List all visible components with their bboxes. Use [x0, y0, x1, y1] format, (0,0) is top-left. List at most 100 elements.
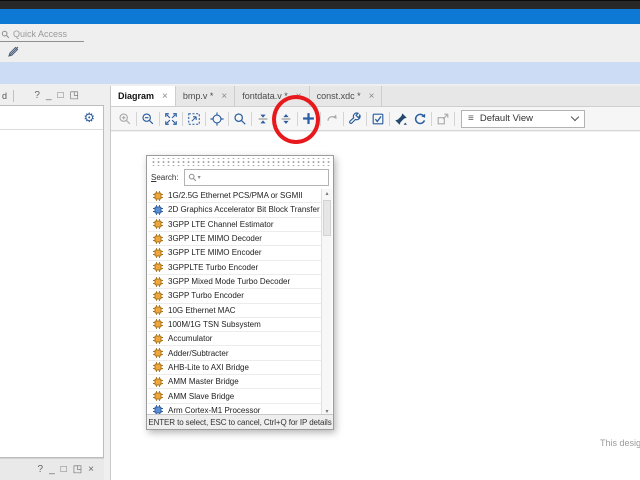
search-icon: [233, 112, 247, 126]
ip-block-icon: [153, 205, 163, 215]
chevron-down-icon: ▾: [198, 175, 201, 181]
menu-icon: ≡: [468, 114, 474, 124]
quick-access-input[interactable]: [13, 29, 77, 39]
close-tab-icon[interactable]: ×: [296, 91, 302, 102]
expand-hierarchy-icon: [279, 112, 293, 126]
list-item[interactable]: 3GPP LTE MIMO Decoder: [148, 232, 332, 246]
search-label: Search:: [151, 173, 179, 182]
pencil-slash-icon[interactable]: [7, 45, 20, 58]
fit-selection-button[interactable]: [208, 110, 225, 127]
list-item[interactable]: 2D Graphics Accelerator Bit Block Transf…: [148, 203, 332, 217]
ip-name: 100M/1G TSN Subsystem: [168, 320, 261, 329]
toolbar-separator: [389, 112, 390, 126]
list-item[interactable]: 3GPP Mixed Mode Turbo Decoder: [148, 275, 332, 289]
maximize-button[interactable]: □: [58, 91, 64, 101]
list-item[interactable]: 3GPPLTE Turbo Encoder: [148, 261, 332, 275]
ip-block-icon: [153, 348, 163, 358]
tab-bmp-v[interactable]: bmp.v * ×: [176, 86, 235, 106]
search-icon: [1, 30, 10, 39]
fit-selection-icon: [210, 112, 224, 126]
close-button[interactable]: ×: [88, 465, 94, 475]
tab-const-xdc[interactable]: const.xdc *×: [310, 86, 383, 106]
list-item[interactable]: 10G Ethernet MAC: [148, 304, 332, 318]
toolbar-separator: [182, 112, 183, 126]
list-item[interactable]: AHB-Lite to AXI Bridge: [148, 361, 332, 375]
customize-block-button[interactable]: [346, 110, 363, 127]
ip-name: 3GPP LTE MIMO Encoder: [168, 248, 262, 257]
bottom-panel-header: ? _ □ ◳ ×: [0, 458, 104, 480]
list-item[interactable]: 3GPP Turbo Encoder: [148, 289, 332, 303]
pin-icon: [394, 112, 408, 126]
ip-block-icon: [153, 234, 163, 244]
zoom-fit-button[interactable]: [162, 110, 179, 127]
list-item[interactable]: AMM Master Bridge: [148, 375, 332, 389]
view-selector-dropdown[interactable]: ≡Default View: [461, 110, 585, 128]
ip-search-field[interactable]: ▾: [184, 169, 329, 186]
expand-hierarchy-button[interactable]: [277, 110, 294, 127]
list-item[interactable]: AMM Slave Bridge: [148, 389, 332, 403]
list-item[interactable]: 1G/2.5G Ethernet PCS/PMA or SGMII: [148, 189, 332, 203]
scroll-up-icon[interactable]: ▴: [322, 189, 332, 199]
search-button[interactable]: [231, 110, 248, 127]
add-ip-button[interactable]: [300, 110, 317, 127]
help-button[interactable]: ?: [34, 91, 40, 101]
interface-ports-button: [434, 110, 451, 127]
close-tab-icon[interactable]: ×: [162, 91, 168, 102]
desktop-top-bar: [0, 0, 640, 9]
zoom-fit-icon: [164, 112, 178, 126]
maximize-button[interactable]: □: [61, 465, 67, 475]
ip-block-icon: [153, 219, 163, 229]
ip-list: 1G/2.5G Ethernet PCS/PMA or SGMII 2D Grap…: [148, 189, 332, 417]
tab-label: Diagram: [118, 91, 154, 101]
ip-block-icon: [153, 319, 163, 329]
ip-name: 3GPPLTE Turbo Encoder: [168, 263, 258, 272]
gear-icon[interactable]: ⚙: [83, 111, 95, 124]
list-item[interactable]: Accumulator: [148, 332, 332, 346]
left-panel-title: d: [0, 91, 7, 101]
toolbar-separator: [320, 112, 321, 126]
list-item[interactable]: 3GPP LTE Channel Estimator: [148, 218, 332, 232]
zoom-out-button[interactable]: [139, 110, 156, 127]
list-item[interactable]: 100M/1G TSN Subsystem: [148, 318, 332, 332]
validate-design-icon: [371, 112, 385, 126]
close-tab-icon[interactable]: ×: [221, 91, 227, 102]
diagram-toolbar: ≡Default View: [111, 107, 640, 131]
tab-diagram[interactable]: Diagram ×: [111, 86, 176, 106]
auto-connect-button: [323, 110, 340, 127]
toolbar-separator: [251, 112, 252, 126]
zoom-to-selection-button[interactable]: [185, 110, 202, 127]
auto-connect-icon: [325, 112, 339, 126]
minimize-button[interactable]: _: [49, 465, 55, 475]
close-tab-icon[interactable]: ×: [369, 91, 375, 102]
zoom-in-icon: [118, 112, 132, 126]
regenerate-layout-button[interactable]: [411, 110, 428, 127]
minimize-button[interactable]: _: [46, 91, 52, 101]
help-button[interactable]: ?: [38, 465, 44, 475]
ip-search-input[interactable]: [202, 173, 328, 182]
collapse-hierarchy-button[interactable]: [254, 110, 271, 127]
toolbar-separator: [228, 112, 229, 126]
pin-button[interactable]: [392, 110, 409, 127]
ip-block-icon: [153, 334, 163, 344]
popup-drag-handle[interactable]: [150, 158, 330, 166]
list-item[interactable]: 3GPP LTE MIMO Encoder: [148, 246, 332, 260]
float-button[interactable]: ◳: [70, 91, 79, 101]
quick-access-search[interactable]: [0, 27, 84, 42]
float-button[interactable]: ◳: [73, 465, 82, 475]
tab-fontdata-v[interactable]: fontdata.v *×: [235, 86, 309, 106]
toolbar-separator: [343, 112, 344, 126]
ip-list-scrollbar[interactable]: ▴ ▾: [321, 189, 332, 417]
interface-ports-icon: [436, 112, 450, 126]
validate-design-button[interactable]: [369, 110, 386, 127]
ip-block-icon: [153, 277, 163, 287]
customize-block-icon: [348, 112, 362, 126]
toolbar-separator: [297, 112, 298, 126]
zoom-in-button: [116, 110, 133, 127]
scrollbar-thumb[interactable]: [323, 200, 331, 236]
highlight-band: [0, 62, 640, 84]
ip-name: 1G/2.5G Ethernet PCS/PMA or SGMII: [168, 191, 303, 200]
ip-block-icon: [153, 305, 163, 315]
tab-label: bmp.v *: [183, 91, 214, 101]
toolbar-separator: [159, 112, 160, 126]
list-item[interactable]: Adder/Subtracter: [148, 346, 332, 360]
